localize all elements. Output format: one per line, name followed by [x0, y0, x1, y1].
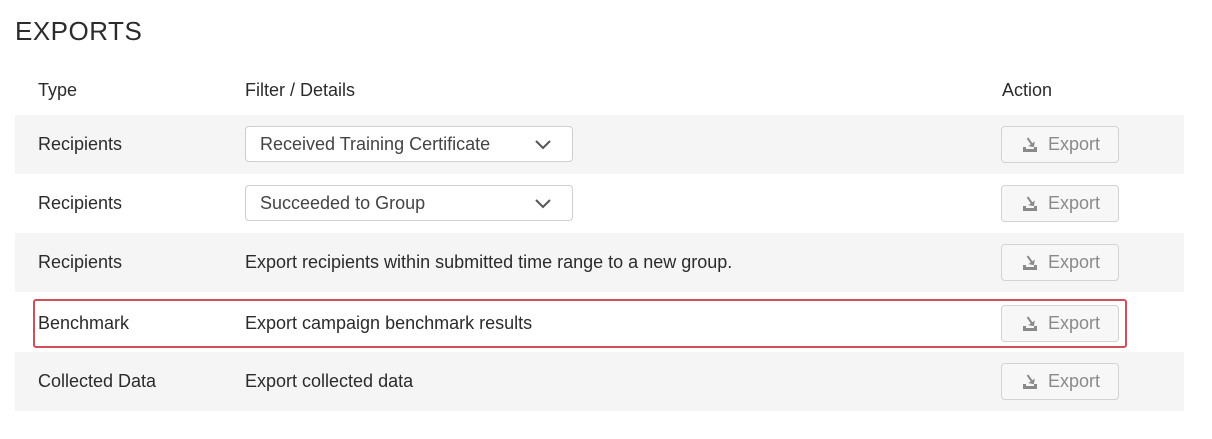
- column-header-details: Filter / Details: [245, 80, 356, 100]
- export-icon: [1022, 316, 1037, 331]
- export-button-label: Export: [1047, 371, 1101, 391]
- row-detail: Export collected data: [245, 371, 414, 391]
- export-button[interactable]: Export: [1001, 305, 1119, 342]
- table-row: Recipients Received Training Certificate…: [15, 115, 1184, 174]
- table-row-highlighted: Benchmark Export campaign benchmark resu…: [33, 299, 1127, 348]
- export-button[interactable]: Export: [1001, 126, 1119, 163]
- row-type: Recipients: [38, 193, 123, 213]
- export-button-label: Export: [1047, 193, 1101, 213]
- export-icon: [1022, 137, 1037, 152]
- row-type: Recipients: [38, 252, 123, 272]
- export-button[interactable]: Export: [1001, 244, 1119, 281]
- export-button-label: Export: [1047, 313, 1101, 333]
- column-header-type: Type: [38, 80, 78, 100]
- page-title: EXPORTS: [15, 16, 143, 46]
- column-header-action: Action: [1002, 80, 1053, 100]
- chevron-down-icon: [535, 140, 551, 150]
- row-type: Collected Data: [38, 371, 157, 391]
- chevron-down-icon: [535, 199, 551, 209]
- export-button[interactable]: Export: [1001, 363, 1119, 400]
- row-type: Benchmark: [38, 313, 130, 333]
- export-icon: [1022, 374, 1037, 389]
- filter-select[interactable]: Received Training Certificate: [245, 126, 573, 162]
- row-detail: Export campaign benchmark results: [245, 313, 533, 333]
- export-icon: [1022, 196, 1037, 211]
- export-button-label: Export: [1047, 134, 1101, 154]
- table-row: Recipients Export recipients within subm…: [15, 233, 1184, 292]
- filter-select-value: Succeeded to Group: [260, 192, 426, 213]
- filter-select-value: Received Training Certificate: [260, 133, 491, 154]
- export-button-label: Export: [1047, 252, 1101, 272]
- row-type: Recipients: [38, 134, 123, 154]
- export-button[interactable]: Export: [1001, 185, 1119, 222]
- row-detail: Export recipients within submitted time …: [245, 252, 733, 272]
- filter-select[interactable]: Succeeded to Group: [245, 185, 573, 221]
- table-row: Recipients Succeeded to Group Export: [15, 174, 1184, 233]
- export-icon: [1022, 255, 1037, 270]
- table-row: Collected Data Export collected data Exp…: [15, 352, 1184, 411]
